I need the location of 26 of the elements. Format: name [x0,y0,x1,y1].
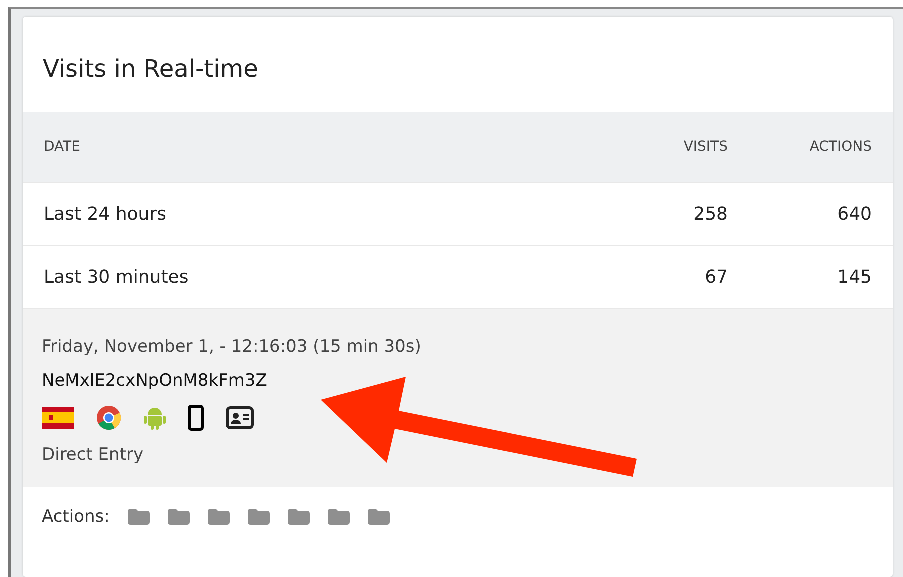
contact-card-icon [226,406,254,430]
folder-icon[interactable] [328,509,350,525]
table-cell-text: 67 [704,266,728,288]
flag-icon [42,407,74,429]
folder-icon[interactable] [288,509,310,525]
table-cell-text: 640 [836,204,872,224]
referrer-label: Direct Entry [42,445,145,465]
visitor-id: NeMxlE2cxNpOnM8kFm3Z [42,371,268,391]
actions-label: Actions: [42,507,110,527]
folder-icon[interactable] [128,509,150,525]
visit-datetime: Friday, November 1, - 12:16:03 (15 min 30s) [42,337,422,357]
folder-icon[interactable] [208,509,230,525]
folder-icon[interactable] [248,509,270,525]
column-header: ACTIONS [808,139,872,155]
table-cell-text: Last 24 hours [44,204,168,224]
table-cell-text: Last 30 minutes [44,266,190,288]
table-cell-text: 145 [836,266,872,288]
android-icon [144,406,166,430]
folder-icon[interactable] [168,509,190,525]
browser-icon [96,405,122,431]
column-header: DATE [44,139,82,155]
widget-title: Visits in Real-time [42,54,260,85]
table-cell-text: 258 [692,204,728,224]
folder-icon[interactable] [368,509,390,525]
smartphone-icon [188,405,204,431]
column-header: VISITS [682,139,728,155]
